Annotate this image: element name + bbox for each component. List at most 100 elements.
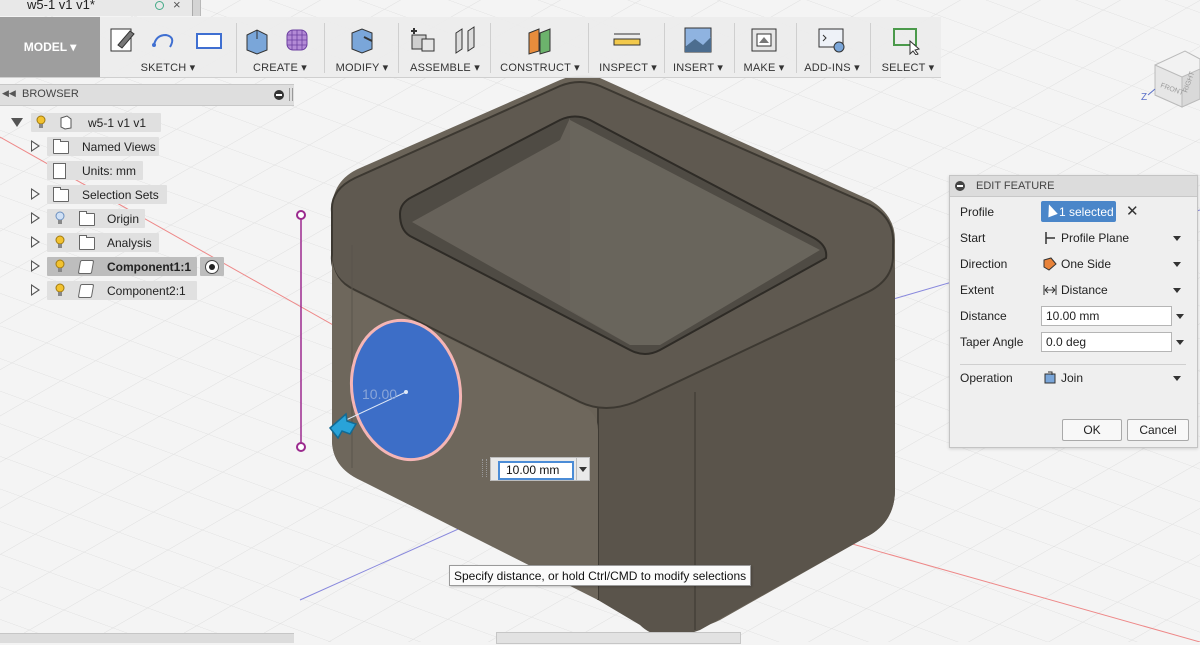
view-cube-icon[interactable]: FRONT RIGHT Z — [1140, 25, 1200, 115]
start-dropdown[interactable]: Profile Plane — [1041, 228, 1185, 248]
3d-print-icon[interactable] — [749, 25, 779, 55]
distance-label: Distance — [960, 309, 1007, 323]
construct-group[interactable]: CONSTRUCT ▾ — [498, 17, 582, 77]
expand-triangle-icon[interactable] — [31, 284, 40, 296]
operation-dropdown[interactable]: Join — [1041, 368, 1185, 388]
start-label: Start — [960, 231, 986, 245]
tree-item-analysis[interactable]: Analysis — [0, 233, 170, 252]
tree-item-units[interactable]: Units: mm — [0, 161, 170, 180]
modify-menu-label[interactable]: MODIFY ▾ — [330, 61, 394, 74]
tree-item-root[interactable]: w5-1 v1 v1 — [0, 113, 170, 132]
rectangle-icon[interactable] — [194, 25, 224, 55]
construct-menu-label[interactable]: CONSTRUCT ▾ — [498, 61, 582, 74]
tree-item-component2[interactable]: Component2:1 — [0, 281, 200, 300]
visibility-bulb-off-icon[interactable] — [55, 211, 65, 225]
tree-item-component1[interactable]: Component1:1 — [0, 257, 230, 276]
distance-hud-dropdown-icon[interactable] — [576, 457, 590, 481]
extent-dropdown[interactable]: Distance — [1041, 280, 1185, 300]
sketch-group[interactable]: SKETCH ▾ — [104, 17, 232, 77]
distance-hud-field[interactable]: 10.00 mm — [498, 461, 574, 480]
close-tab-icon[interactable]: × — [173, 0, 181, 12]
distance-input[interactable]: 10.00 mm — [1041, 306, 1172, 326]
expand-triangle-icon[interactable] — [31, 188, 40, 200]
create-group[interactable]: CREATE ▾ — [240, 17, 320, 77]
collapse-triangle-icon[interactable] — [11, 118, 23, 127]
sketch-menu-label[interactable]: SKETCH ▾ — [104, 61, 232, 74]
insert-group[interactable]: INSERT ▾ — [670, 17, 726, 77]
navigation-bar[interactable] — [496, 632, 741, 644]
make-group[interactable]: MAKE ▾ — [740, 17, 788, 77]
form-icon[interactable] — [282, 25, 312, 55]
offset-plane-icon[interactable] — [525, 25, 555, 55]
taper-angle-dropdown-icon[interactable] — [1176, 340, 1184, 345]
activate-component-radio-icon[interactable] — [205, 260, 219, 274]
distance-row: Distance 10.00 mm — [950, 304, 1197, 328]
browser-minimize-icon[interactable] — [274, 90, 284, 100]
start-value: Profile Plane — [1061, 231, 1130, 245]
select-group[interactable]: SELECT ▾ — [876, 17, 940, 77]
drag-grip-icon[interactable] — [482, 459, 487, 477]
taper-angle-input[interactable]: 0.0 deg — [1041, 332, 1172, 352]
browser-panel-header: ◀◀ BROWSER — [0, 84, 294, 106]
direction-row: Direction One Side — [950, 252, 1197, 276]
collapse-browser-icon[interactable]: ◀◀ — [2, 88, 16, 99]
one-side-icon — [1043, 257, 1057, 271]
chevron-down-icon — [1173, 262, 1181, 267]
visibility-bulb-icon[interactable] — [55, 283, 65, 297]
joint-icon[interactable] — [450, 25, 480, 55]
expand-triangle-icon[interactable] — [31, 260, 40, 272]
distance-dropdown-icon[interactable] — [1176, 314, 1184, 319]
scripts-addins-icon[interactable] — [817, 25, 847, 55]
inspect-menu-label[interactable]: INSPECT ▾ — [596, 61, 660, 74]
distance-value: 10.00 mm — [1046, 309, 1100, 323]
new-component-icon[interactable] — [408, 25, 438, 55]
taper-angle-row: Taper Angle 0.0 deg — [950, 330, 1197, 354]
expand-triangle-icon[interactable] — [31, 212, 40, 224]
expand-triangle-icon[interactable] — [31, 140, 40, 152]
create-sketch-icon[interactable] — [108, 25, 138, 55]
view-cube[interactable]: FRONT RIGHT Z — [1140, 25, 1200, 115]
extent-row: Extent Distance — [950, 278, 1197, 302]
measure-icon[interactable] — [612, 25, 642, 55]
taper-angle-label: Taper Angle — [960, 335, 1024, 349]
make-menu-label[interactable]: MAKE ▾ — [740, 61, 788, 74]
visibility-bulb-icon[interactable] — [55, 259, 65, 273]
assemble-menu-label[interactable]: ASSEMBLE ▾ — [404, 61, 486, 74]
ok-button[interactable]: OK — [1062, 419, 1122, 441]
extrude-icon[interactable] — [242, 25, 272, 55]
distance-heads-up-input[interactable]: 10.00 mm — [482, 457, 590, 481]
select-icon[interactable] — [892, 25, 922, 55]
select-menu-label[interactable]: SELECT ▾ — [876, 61, 940, 74]
cancel-button[interactable]: Cancel — [1127, 419, 1189, 441]
tree-item-named-views[interactable]: Named Views — [0, 137, 170, 156]
assemble-group[interactable]: ASSEMBLE ▾ — [404, 17, 486, 77]
document-tab[interactable]: w5-1 v1 v1* × — [0, 0, 193, 16]
profile-label: Profile — [960, 205, 995, 219]
direction-dropdown[interactable]: One Side — [1041, 254, 1185, 274]
units-doc-icon — [53, 163, 66, 179]
modify-group[interactable]: MODIFY ▾ — [330, 17, 394, 77]
addins-group[interactable]: ADD-INS ▾ — [802, 17, 862, 77]
collapse-dialog-icon[interactable] — [955, 181, 965, 191]
addins-menu-label[interactable]: ADD-INS ▾ — [802, 61, 862, 74]
insert-menu-label[interactable]: INSERT ▾ — [670, 61, 726, 74]
visibility-bulb-icon[interactable] — [36, 115, 46, 129]
press-pull-icon[interactable] — [346, 25, 376, 55]
expand-triangle-icon[interactable] — [31, 236, 40, 248]
profile-selection-button[interactable]: 1 selected — [1041, 201, 1116, 222]
create-menu-label[interactable]: CREATE ▾ — [240, 61, 320, 74]
tree-item-label: Component1:1 — [107, 260, 191, 274]
workspace-model-button[interactable]: MODEL ▾ — [0, 17, 100, 77]
clear-selection-icon[interactable]: ✕ — [1126, 202, 1139, 220]
visibility-bulb-icon[interactable] — [55, 235, 65, 249]
folder-icon — [53, 187, 69, 202]
operation-label: Operation — [960, 371, 1013, 385]
browser-resize-grip-icon[interactable] — [289, 88, 293, 101]
inspect-group[interactable]: INSPECT ▾ — [596, 17, 660, 77]
tab-strip: w5-1 v1 v1* × — [0, 0, 201, 16]
insert-image-icon[interactable] — [683, 25, 713, 55]
start-row: Start Profile Plane — [950, 226, 1197, 250]
tree-item-origin[interactable]: Origin — [0, 209, 170, 228]
line-icon[interactable] — [150, 25, 180, 55]
tree-item-selection-sets[interactable]: Selection Sets — [0, 185, 170, 204]
